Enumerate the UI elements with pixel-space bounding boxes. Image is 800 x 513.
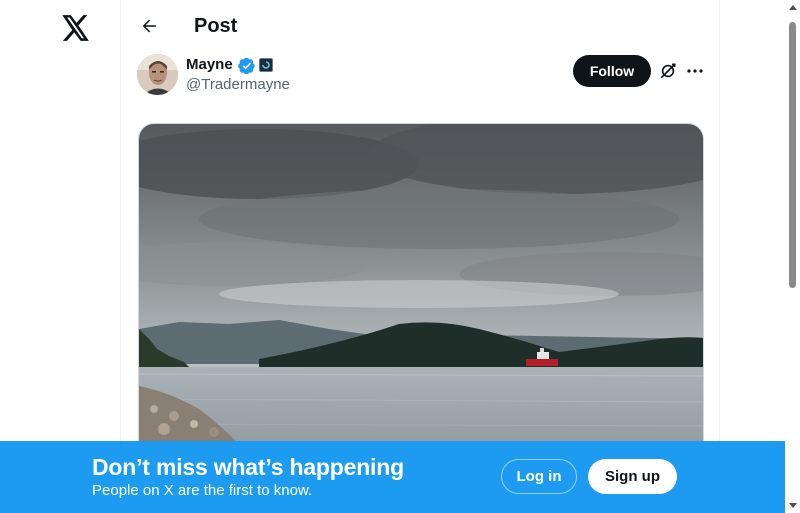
verified-badge-icon bbox=[238, 57, 256, 75]
x-logo-icon[interactable] bbox=[60, 12, 92, 44]
scroll-up-icon[interactable] bbox=[789, 5, 797, 10]
follow-button[interactable]: Follow bbox=[573, 55, 651, 87]
page-title: Post bbox=[194, 15, 238, 37]
top-bar: Post bbox=[121, 0, 719, 52]
affiliate-badge-icon[interactable] bbox=[259, 58, 273, 72]
signup-banner: Don’t miss what’s happening People on X … bbox=[0, 441, 785, 513]
more-icon bbox=[687, 69, 703, 73]
banner-subtitle: People on X are the first to know. bbox=[92, 482, 313, 499]
arrow-left-icon bbox=[142, 19, 156, 33]
scroll-down-icon[interactable] bbox=[789, 503, 797, 508]
more-button[interactable] bbox=[684, 60, 706, 82]
signup-button[interactable]: Sign up bbox=[588, 459, 677, 494]
scroll-thumb[interactable] bbox=[789, 22, 796, 288]
page: Post Mayne @Tradermayne Follow Don’t mis… bbox=[0, 0, 800, 513]
scrollbar[interactable] bbox=[785, 0, 800, 513]
banner-title: Don’t miss what’s happening bbox=[92, 454, 404, 480]
author-handle[interactable]: @Tradermayne bbox=[186, 76, 290, 94]
grok-icon bbox=[660, 63, 676, 79]
main-column: Post Mayne @Tradermayne Follow bbox=[120, 0, 720, 513]
back-button[interactable] bbox=[133, 10, 165, 42]
grok-button[interactable] bbox=[657, 60, 679, 82]
avatar[interactable] bbox=[137, 54, 178, 95]
author-name[interactable]: Mayne bbox=[186, 56, 233, 74]
login-button[interactable]: Log in bbox=[501, 459, 577, 494]
